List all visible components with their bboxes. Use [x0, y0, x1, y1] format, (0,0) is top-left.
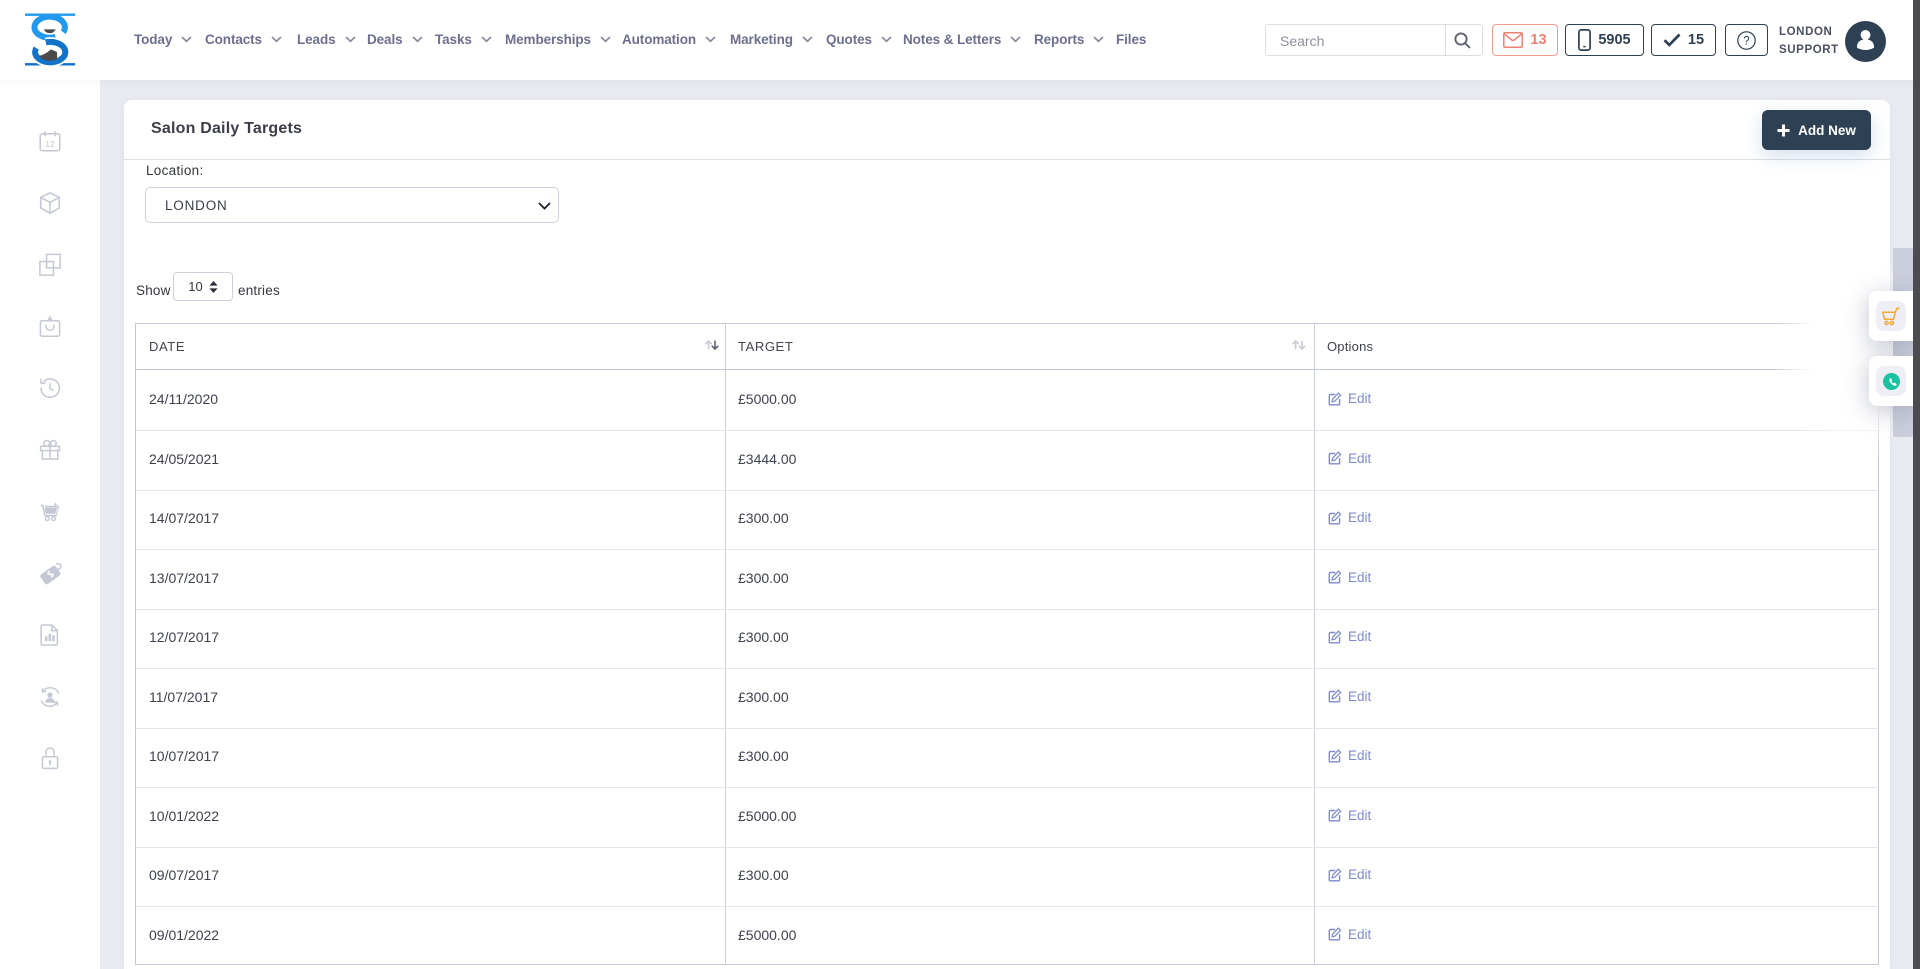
svg-text:?: ? — [1743, 35, 1749, 47]
svg-text:12: 12 — [45, 139, 55, 149]
